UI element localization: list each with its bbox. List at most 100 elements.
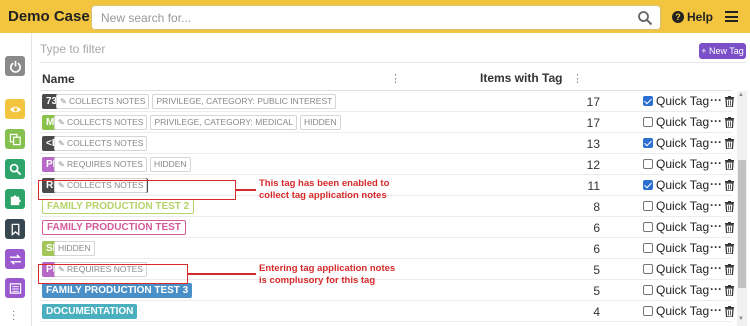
sort-desc-icon[interactable]: ⌄	[550, 72, 558, 83]
search-icon[interactable]	[637, 10, 653, 26]
tag-property-chip: ✎ REQUIRES NOTES	[54, 157, 147, 172]
transfer-icon[interactable]	[5, 249, 25, 269]
new-tag-button[interactable]: + New Tag	[699, 43, 746, 59]
puzzle-icon[interactable]	[5, 189, 25, 209]
sidebar-divider	[31, 33, 32, 326]
table-row[interactable]: SET 8HIDDEN6Quick Tag···	[40, 238, 734, 259]
quick-tag-label: Quick Tag	[656, 94, 710, 108]
table-row[interactable]: MEDICAL A...✎ COLLECTS NOTESPRIVILEGE, C…	[40, 112, 734, 133]
annotation-line	[236, 189, 256, 191]
trash-icon[interactable]	[725, 96, 734, 107]
scrollbar-thumb[interactable]	[738, 160, 746, 288]
sidebar: · · ·	[0, 33, 30, 326]
filter-input[interactable]	[40, 42, 440, 56]
quick-tag-toggle[interactable]: Quick Tag	[643, 157, 709, 171]
help-link[interactable]: ? Help	[672, 10, 713, 24]
bookmark-icon[interactable]	[5, 219, 25, 239]
row-menu-icon[interactable]: ···	[710, 114, 722, 128]
row-menu-icon[interactable]: ···	[710, 135, 722, 149]
quick-tag-toggle[interactable]: Quick Tag	[643, 94, 709, 108]
tag-label[interactable]: FAMILY PRODUCTION TEST	[42, 220, 186, 235]
quick-tag-checkbox[interactable]	[643, 159, 653, 169]
trash-icon[interactable]	[725, 138, 734, 149]
trash-icon[interactable]	[725, 180, 734, 191]
scroll-down-icon[interactable]: ▼	[738, 316, 744, 322]
quick-tag-label: Quick Tag	[656, 157, 710, 171]
quick-tag-label: Quick Tag	[656, 241, 710, 255]
row-menu-icon[interactable]: ···	[710, 156, 722, 170]
item-count: 12	[586, 158, 600, 172]
quick-tag-checkbox[interactable]	[643, 96, 653, 106]
annotation-note: Entering tag application notes is complu…	[259, 263, 396, 286]
list-icon[interactable]	[5, 278, 25, 298]
column-menu-icon[interactable]: ⋮	[572, 72, 583, 85]
quick-tag-label: Quick Tag	[656, 283, 710, 297]
search-box[interactable]	[91, 5, 661, 30]
quick-tag-checkbox[interactable]	[643, 222, 653, 232]
tag-label[interactable]: FAMILY PRODUCTION TEST 3	[42, 283, 193, 298]
quick-tag-checkbox[interactable]	[643, 306, 653, 316]
tag-label[interactable]: FAMILY PRODUCTION TEST 2	[42, 199, 195, 214]
highlight-box	[38, 180, 236, 200]
trash-icon[interactable]	[725, 243, 734, 254]
row-menu-icon[interactable]: ···	[710, 198, 722, 212]
quick-tag-label: Quick Tag	[656, 178, 710, 192]
eye-icon[interactable]	[5, 99, 25, 119]
quick-tag-toggle[interactable]: Quick Tag	[643, 241, 709, 255]
power-icon[interactable]	[5, 56, 25, 76]
chip-label: HIDDEN	[304, 117, 337, 127]
row-menu-icon[interactable]: ···	[710, 303, 722, 317]
search-input[interactable]	[101, 6, 621, 29]
trash-icon[interactable]	[725, 159, 734, 170]
trash-icon[interactable]	[725, 222, 734, 233]
row-menu-icon[interactable]: ···	[710, 177, 722, 191]
quick-tag-toggle[interactable]: Quick Tag	[643, 262, 709, 276]
quick-tag-checkbox[interactable]	[643, 117, 653, 127]
quick-tag-toggle[interactable]: Quick Tag	[643, 199, 709, 213]
quick-tag-toggle[interactable]: Quick Tag	[643, 304, 709, 318]
row-menu-icon[interactable]: ···	[710, 261, 722, 275]
quick-tag-checkbox[interactable]	[643, 285, 653, 295]
quick-tag-label: Quick Tag	[656, 220, 710, 234]
column-header-name[interactable]: Name	[42, 72, 75, 86]
row-menu-icon[interactable]: ···	[710, 219, 722, 233]
help-label: Help	[687, 10, 714, 24]
table-row[interactable]: FAMILY PRODUCTION TEST 6 Quick Tag ···	[40, 217, 734, 238]
table-row[interactable]: 734 MEYERSPI✎ COLLECTS NOTESPRIVILEGE, C…	[40, 91, 734, 112]
scroll-up-icon[interactable]: ▲	[738, 92, 744, 98]
quick-tag-checkbox[interactable]	[643, 201, 653, 211]
copy-icon[interactable]	[5, 129, 25, 149]
row-menu-icon[interactable]: ···	[710, 282, 722, 296]
trash-icon[interactable]	[725, 306, 734, 317]
more-icon[interactable]: · · ·	[12, 307, 15, 325]
quick-tag-toggle[interactable]: Quick Tag	[643, 115, 709, 129]
edit-note-icon: ✎	[58, 160, 67, 169]
table-row[interactable]: <PRIVILEGED TAG>✎ COLLECTS NOTES13Quick …	[40, 133, 734, 154]
column-menu-icon[interactable]: ⋮	[390, 72, 401, 85]
edit-note-icon: ✎	[58, 118, 67, 127]
trash-icon[interactable]	[725, 285, 734, 296]
quick-tag-toggle[interactable]: Quick Tag	[643, 136, 709, 150]
trash-icon[interactable]	[725, 201, 734, 212]
quick-tag-checkbox[interactable]	[643, 243, 653, 253]
chip-label: HIDDEN	[58, 243, 91, 253]
quick-tag-checkbox[interactable]	[643, 138, 653, 148]
quick-tag-toggle[interactable]: Quick Tag	[643, 220, 709, 234]
table-row[interactable]: PDF TEST✎ REQUIRES NOTESHIDDEN12Quick Ta…	[40, 154, 734, 175]
row-menu-icon[interactable]: ···	[710, 240, 722, 254]
tag-property-chip: PRIVILEGE, CATEGORY: MEDICAL	[150, 115, 298, 130]
tag-label[interactable]: DOCUMENTATION	[42, 304, 138, 319]
search-icon[interactable]	[5, 159, 25, 179]
table-row[interactable]: DOCUMENTATION 4 Quick Tag ···	[40, 301, 734, 322]
row-menu-icon[interactable]: ···	[710, 93, 722, 107]
item-count: 8	[593, 200, 600, 214]
trash-icon[interactable]	[725, 264, 734, 275]
trash-icon[interactable]	[725, 117, 734, 128]
hamburger-menu-icon[interactable]	[725, 11, 738, 22]
quick-tag-toggle[interactable]: Quick Tag	[643, 178, 709, 192]
quick-tag-checkbox[interactable]	[643, 180, 653, 190]
tag-property-chip: ✎ COLLECTS NOTES	[56, 94, 150, 109]
quick-tag-checkbox[interactable]	[643, 264, 653, 274]
quick-tag-toggle[interactable]: Quick Tag	[643, 283, 709, 297]
edit-note-icon: ✎	[58, 139, 67, 148]
